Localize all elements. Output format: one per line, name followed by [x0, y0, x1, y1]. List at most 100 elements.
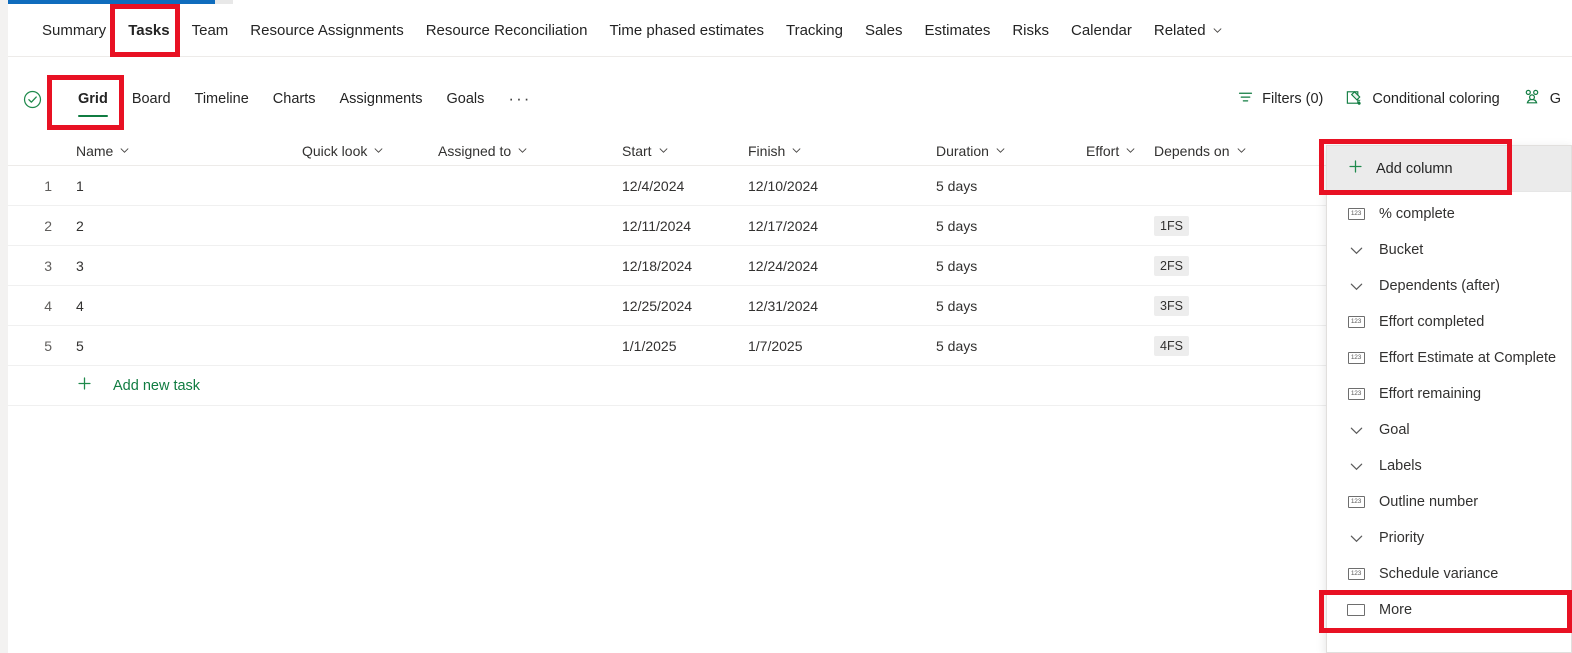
chevron-down-icon[interactable]	[1125, 145, 1136, 156]
view-tab-charts[interactable]: Charts	[261, 77, 328, 121]
menu-item-effort-estimate-at-complete[interactable]: 123 Effort Estimate at Complete	[1327, 340, 1571, 376]
cell-index[interactable]: 1	[8, 178, 64, 194]
menu-item-bucket[interactable]: Bucket	[1327, 232, 1571, 268]
view-tab-grid[interactable]: Grid	[66, 77, 120, 121]
cell-name[interactable]: 4	[64, 298, 302, 314]
menu-item-effort-completed[interactable]: 123 Effort completed	[1327, 304, 1571, 340]
column-header-finish[interactable]: Finish	[748, 143, 936, 159]
column-header-label: Start	[622, 142, 652, 159]
cell-index[interactable]: 3	[8, 258, 64, 274]
menu-item-effort-remaining[interactable]: 123 Effort remaining	[1327, 376, 1571, 412]
menu-item-schedule-variance[interactable]: 123 Schedule variance	[1327, 556, 1571, 592]
cell-index[interactable]: 4	[8, 298, 64, 314]
menu-item-labels[interactable]: Labels	[1327, 448, 1571, 484]
cell-name[interactable]: 3	[64, 258, 302, 274]
column-header-label: Assigned to	[438, 142, 512, 159]
cell-start[interactable]: 12/25/2024	[622, 298, 748, 314]
view-overflow-button[interactable]: ···	[496, 77, 543, 121]
view-tab-assignments[interactable]: Assignments	[328, 77, 435, 121]
column-header-assigned-to[interactable]: Assigned to	[438, 143, 622, 159]
cell-index[interactable]: 2	[8, 218, 64, 234]
cell-start[interactable]: 12/11/2024	[622, 218, 748, 234]
menu-item-label: Effort Estimate at Complete	[1379, 350, 1557, 366]
column-header-depends-on[interactable]: Depends on	[1154, 143, 1274, 159]
column-header-label: Quick look	[302, 142, 368, 159]
menu-item-more[interactable]: More	[1327, 592, 1571, 628]
nav-tab-risks[interactable]: Risks	[1001, 4, 1060, 57]
view-tab-goals[interactable]: Goals	[435, 77, 497, 121]
cell-start[interactable]: 12/18/2024	[622, 258, 748, 274]
nav-tab-tracking[interactable]: Tracking	[775, 4, 854, 57]
column-header-quick-look[interactable]: Quick look	[302, 143, 438, 159]
filter-icon	[1237, 89, 1254, 110]
view-tab-timeline[interactable]: Timeline	[183, 77, 261, 121]
chevron-down-icon[interactable]	[119, 145, 130, 156]
nav-tab-calendar[interactable]: Calendar	[1060, 4, 1143, 57]
nav-tab-tasks[interactable]: Tasks	[117, 4, 180, 57]
view-tab-board[interactable]: Board	[120, 77, 183, 121]
column-header-name[interactable]: Name	[64, 143, 302, 159]
menu-item-goal[interactable]: Goal	[1327, 412, 1571, 448]
column-header-effort[interactable]: Effort	[1086, 143, 1154, 159]
chevron-down-icon[interactable]	[373, 145, 384, 156]
nav-tab-sales[interactable]: Sales	[854, 4, 914, 57]
nav-tab-resource-reconciliation[interactable]: Resource Reconciliation	[415, 4, 599, 57]
column-header-start[interactable]: Start	[622, 143, 748, 159]
cell-duration[interactable]: 5 days	[936, 298, 1086, 314]
menu-item-complete[interactable]: 123 % complete	[1327, 196, 1571, 232]
cell-depends-on[interactable]: 3FS	[1154, 295, 1274, 316]
cell-finish[interactable]: 1/7/2025	[748, 338, 936, 354]
menu-item-outline-number[interactable]: 123 Outline number	[1327, 484, 1571, 520]
nav-tab-label: Team	[191, 21, 229, 39]
chevron-down-icon[interactable]	[995, 145, 1006, 156]
menu-item-label: Effort completed	[1379, 314, 1485, 330]
entity-nav-bar: Summary Tasks Team Resource Assignments Reso…	[8, 4, 1572, 57]
plus-icon	[76, 375, 93, 397]
nav-tab-time-phased-estimates[interactable]: Time phased estimates	[598, 4, 775, 57]
column-header-duration[interactable]: Duration	[936, 143, 1086, 159]
left-gutter	[0, 0, 8, 653]
nav-tab-summary[interactable]: Summary	[31, 4, 117, 57]
add-column-menu-list: 123 % complete Bucket Dependents (after) 123…	[1327, 192, 1571, 628]
cell-depends-on[interactable]: 4FS	[1154, 335, 1274, 356]
filters-button[interactable]: Filters (0)	[1226, 80, 1334, 118]
cell-finish[interactable]: 12/17/2024	[748, 218, 936, 234]
cell-duration[interactable]: 5 days	[936, 338, 1086, 354]
app-root: Summary Tasks Team Resource Assignments Reso…	[0, 0, 1572, 653]
cell-name[interactable]: 1	[64, 178, 302, 194]
menu-item-label: Labels	[1379, 458, 1422, 474]
nav-tab-related[interactable]: Related	[1143, 4, 1234, 57]
cell-finish[interactable]: 12/31/2024	[748, 298, 936, 314]
menu-item-dependents-after[interactable]: Dependents (after)	[1327, 268, 1571, 304]
cell-name[interactable]: 5	[64, 338, 302, 354]
nav-tab-team[interactable]: Team	[181, 4, 240, 57]
cell-duration[interactable]: 5 days	[936, 178, 1086, 194]
cell-index[interactable]: 5	[8, 338, 64, 354]
number-123-icon: 123	[1347, 388, 1365, 400]
chevron-down-icon[interactable]	[791, 145, 802, 156]
nav-tab-label: Resource Assignments	[250, 21, 404, 39]
nav-tab-estimates[interactable]: Estimates	[913, 4, 1001, 57]
add-new-task-label[interactable]: Add new task	[113, 378, 200, 394]
cell-name[interactable]: 2	[64, 218, 302, 234]
cell-finish[interactable]: 12/24/2024	[748, 258, 936, 274]
cell-duration[interactable]: 5 days	[936, 218, 1086, 234]
add-column-button[interactable]: Add column	[1327, 146, 1571, 192]
chevron-down-icon[interactable]	[517, 145, 528, 156]
nav-tab-resource-assignments[interactable]: Resource Assignments	[239, 4, 414, 57]
group-button[interactable]: G	[1511, 80, 1572, 118]
chevron-down-icon[interactable]	[1236, 145, 1247, 156]
chevron-down-icon[interactable]	[658, 145, 669, 156]
cell-depends-on[interactable]: 2FS	[1154, 255, 1274, 276]
chevron-down-icon	[1212, 25, 1223, 36]
cell-duration[interactable]: 5 days	[936, 258, 1086, 274]
dependency-badge: 4FS	[1154, 335, 1189, 356]
cell-start[interactable]: 12/4/2024	[622, 178, 748, 194]
menu-item-priority[interactable]: Priority	[1327, 520, 1571, 556]
plus-icon	[1347, 158, 1364, 179]
cell-start[interactable]: 1/1/2025	[622, 338, 748, 354]
conditional-coloring-button[interactable]: Conditional coloring	[1334, 80, 1510, 118]
cell-depends-on[interactable]: 1FS	[1154, 215, 1274, 236]
cell-finish[interactable]: 12/10/2024	[748, 178, 936, 194]
column-header-label: Depends on	[1154, 142, 1230, 159]
